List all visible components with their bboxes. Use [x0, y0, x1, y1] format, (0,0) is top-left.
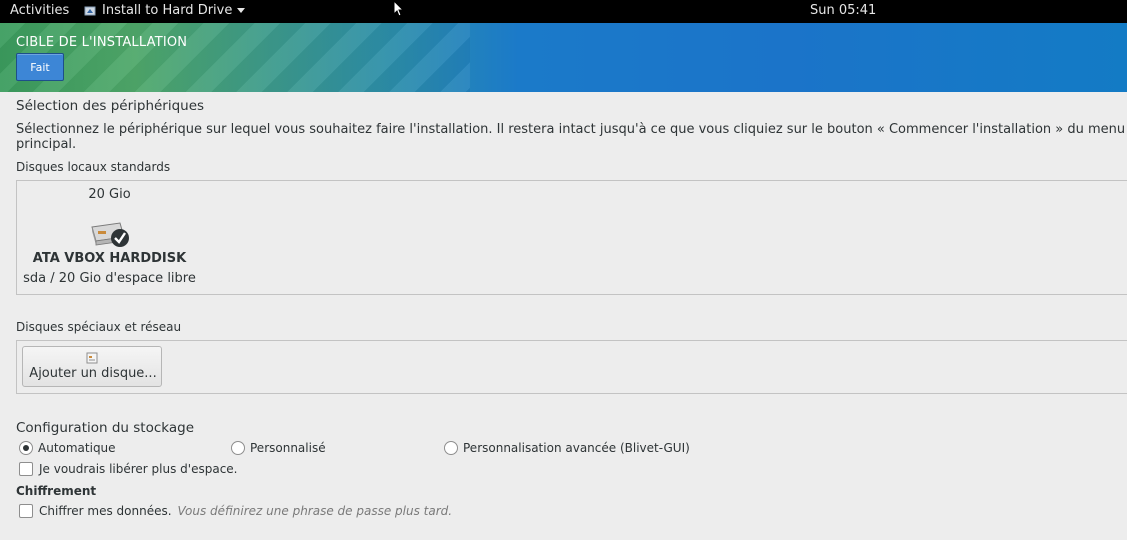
header-pattern — [0, 23, 470, 92]
disk-item-sda[interactable]: 20 Gio ATA VBOX HARDDISK sda / 20 Gio d'… — [17, 181, 202, 293]
network-disk-icon — [86, 352, 98, 364]
activities-button[interactable]: Activities — [10, 3, 69, 18]
local-disks-heading: Disques locaux standards — [16, 160, 171, 174]
checkbox-indicator — [19, 504, 33, 518]
top-bar: Activities Install to Hard Drive Sun 05:… — [0, 0, 1127, 23]
disk-name: ATA VBOX HARDDISK — [32, 251, 187, 266]
free-space-label: Je voudrais libérer plus d'espace. — [39, 462, 238, 476]
free-space-checkbox[interactable]: Je voudrais libérer plus d'espace. — [19, 462, 238, 476]
add-disk-label: Ajouter un disque... — [29, 366, 157, 381]
add-disk-button[interactable]: Ajouter un disque... — [22, 346, 162, 387]
radio-automatic[interactable]: Automatique — [19, 441, 116, 455]
encrypt-hint: Vous définirez une phrase de passe plus … — [177, 504, 453, 518]
clock[interactable]: Sun 05:41 — [810, 3, 876, 18]
radio-indicator — [444, 441, 458, 455]
installer-icon — [84, 5, 96, 17]
app-menu-label: Install to Hard Drive — [102, 3, 233, 18]
radio-indicator — [19, 441, 33, 455]
radio-automatic-label: Automatique — [38, 441, 116, 455]
checkbox-indicator — [19, 462, 33, 476]
radio-indicator — [231, 441, 245, 455]
page-title: CIBLE DE L'INSTALLATION — [16, 35, 188, 50]
device-selection-heading: Sélection des périphériques — [16, 98, 205, 114]
spoke-header: CIBLE DE L'INSTALLATION Fait — [0, 23, 1127, 92]
harddisk-icon — [91, 222, 129, 247]
encrypt-checkbox[interactable]: Chiffrer mes données. Vous définirez une… — [19, 504, 452, 518]
radio-custom-label: Personnalisé — [250, 441, 326, 455]
disk-free-space: sda / 20 Gio d'espace libre — [23, 271, 196, 286]
radio-advanced-custom[interactable]: Personnalisation avancée (Blivet-GUI) — [444, 441, 690, 455]
local-disks-panel: 20 Gio ATA VBOX HARDDISK sda / 20 Gio d'… — [16, 180, 1127, 295]
encrypt-label: Chiffrer mes données. — [39, 504, 172, 518]
storage-config-heading: Configuration du stockage — [16, 420, 194, 436]
radio-custom[interactable]: Personnalisé — [231, 441, 326, 455]
disk-size: 20 Gio — [88, 187, 131, 202]
done-button[interactable]: Fait — [16, 53, 64, 81]
mouse-pointer-icon — [393, 0, 405, 17]
special-disks-heading: Disques spéciaux et réseau — [16, 320, 182, 334]
encryption-heading: Chiffrement — [16, 484, 97, 498]
chevron-down-icon — [237, 8, 246, 13]
device-selection-description: Sélectionnez le périphérique sur lequel … — [16, 122, 1126, 152]
special-disks-panel: Ajouter un disque... — [16, 340, 1127, 394]
app-menu[interactable]: Install to Hard Drive — [84, 3, 246, 18]
radio-advanced-label: Personnalisation avancée (Blivet-GUI) — [463, 441, 690, 455]
